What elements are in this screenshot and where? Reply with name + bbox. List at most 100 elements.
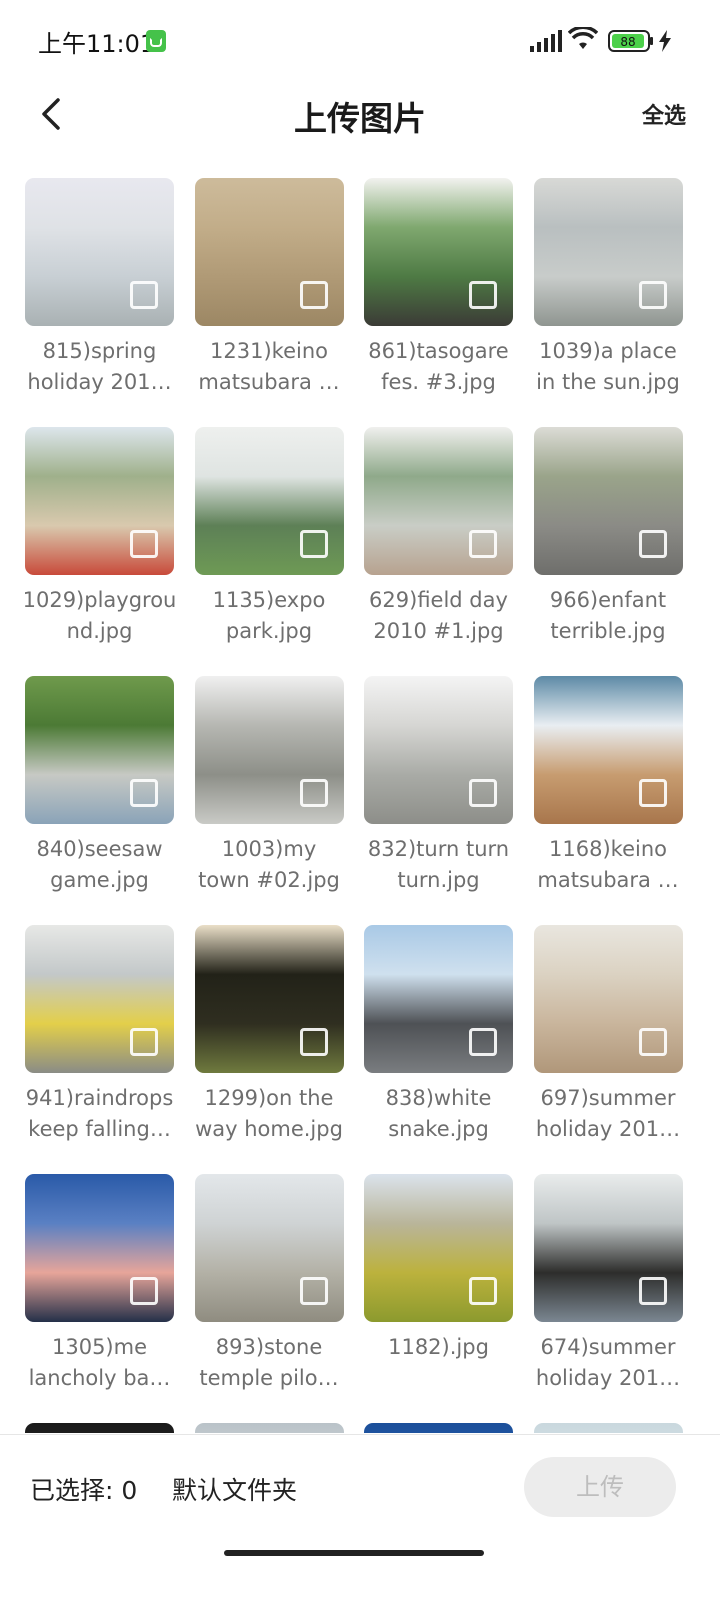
- photo-filename: 832)turn turn turn.jpg: [354, 834, 523, 896]
- photo-filename-line1: 893)stone: [215, 1335, 323, 1359]
- photo-thumbnail[interactable]: [194, 676, 344, 824]
- photo-thumbnail[interactable]: [533, 427, 683, 575]
- photo-thumbnail[interactable]: [194, 1423, 344, 1433]
- photo-filename: 1305)me lancholy ba…: [25, 1332, 184, 1394]
- photo-item[interactable]: 629)field day 2010 #1.jpg: [364, 427, 513, 676]
- photo-filename-line1: 832)turn turn: [367, 837, 510, 861]
- select-checkbox[interactable]: [299, 530, 328, 558]
- photo-filename-line2: holiday 201…: [27, 370, 172, 394]
- select-checkbox[interactable]: [469, 1277, 497, 1305]
- photo-thumbnail[interactable]: [25, 427, 174, 575]
- photo-thumbnail[interactable]: [25, 1174, 174, 1322]
- photo-filename: 1182).jpg: [354, 1332, 523, 1363]
- photo-filename: 1029)playgrou nd.jpg: [25, 585, 184, 647]
- photo-thumbnail[interactable]: [364, 676, 513, 824]
- photo-thumbnail[interactable]: [533, 1174, 683, 1322]
- select-checkbox[interactable]: [130, 1028, 158, 1056]
- select-checkbox[interactable]: [469, 779, 497, 807]
- select-checkbox[interactable]: [130, 779, 158, 807]
- photo-filename-line1: 697)summer: [540, 1086, 676, 1110]
- photo-thumbnail[interactable]: [533, 676, 683, 824]
- photo-thumbnail[interactable]: [533, 925, 683, 1073]
- folder-selector[interactable]: 默认文件夹: [172, 1471, 297, 1507]
- photo-item[interactable]: 840)seesaw game.jpg: [25, 676, 174, 925]
- photo-item[interactable]: 832)turn turn turn.jpg: [364, 676, 513, 925]
- photo-filename-line1: 674)summer: [540, 1335, 676, 1359]
- photo-thumbnail[interactable]: [194, 427, 344, 575]
- select-checkbox[interactable]: [299, 281, 328, 309]
- photo-thumbnail[interactable]: [364, 1174, 513, 1322]
- photo-item[interactable]: [533, 1423, 683, 1433]
- photo-item[interactable]: 1135)expo park.jpg: [194, 427, 344, 676]
- select-checkbox[interactable]: [130, 1277, 158, 1305]
- status-bar: 上午11:01 88: [0, 0, 720, 80]
- photo-filename-line2: snake.jpg: [388, 1117, 489, 1141]
- photo-thumbnail[interactable]: [364, 427, 513, 575]
- upload-button[interactable]: 上传: [524, 1457, 676, 1517]
- photo-thumbnail[interactable]: [25, 178, 174, 326]
- photo-thumbnail[interactable]: [364, 925, 513, 1073]
- select-checkbox[interactable]: [130, 281, 158, 309]
- photo-item[interactable]: [364, 1423, 513, 1433]
- photo-item[interactable]: 1299)on the way home.jpg: [194, 925, 344, 1174]
- photo-item[interactable]: 1182).jpg: [364, 1174, 513, 1423]
- select-checkbox[interactable]: [469, 281, 497, 309]
- photo-thumbnail[interactable]: [533, 1423, 683, 1433]
- photo-filename-line2: matsubara …: [198, 370, 340, 394]
- app-notification-icon: [146, 30, 166, 52]
- photo-thumbnail[interactable]: [194, 1174, 344, 1322]
- photo-thumbnail[interactable]: [25, 1423, 174, 1433]
- photo-filename-line1: 941)raindrops: [25, 1086, 174, 1110]
- photo-item[interactable]: 815)spring holiday 201…: [25, 178, 174, 427]
- photo-grid: 815)spring holiday 201… 1231)keino matsubar…: [25, 178, 697, 1433]
- select-checkbox[interactable]: [299, 1028, 328, 1056]
- photo-filename: 893)stone temple pilo…: [185, 1332, 354, 1394]
- photo-item[interactable]: 1168)keino matsubara …: [533, 676, 683, 925]
- photo-filename-line1: 1168)keino: [549, 837, 667, 861]
- select-checkbox[interactable]: [299, 779, 328, 807]
- photo-item[interactable]: 674)summer holiday 201…: [533, 1174, 683, 1423]
- select-checkbox[interactable]: [299, 1277, 328, 1305]
- photo-item[interactable]: 893)stone temple pilo…: [194, 1174, 344, 1423]
- photo-item[interactable]: 966)enfant terrible.jpg: [533, 427, 683, 676]
- photo-item[interactable]: 697)summer holiday 201…: [533, 925, 683, 1174]
- select-checkbox[interactable]: [469, 530, 497, 558]
- photo-filename: 674)summer holiday 201…: [524, 1332, 693, 1394]
- photo-item[interactable]: 941)raindrops keep falling…: [25, 925, 174, 1174]
- photo-filename-line1: 1003)my: [221, 837, 317, 861]
- photo-filename-line2: turn.jpg: [397, 868, 480, 892]
- photo-item[interactable]: 838)white snake.jpg: [364, 925, 513, 1174]
- select-checkbox[interactable]: [638, 779, 667, 807]
- photo-thumbnail[interactable]: [533, 178, 683, 326]
- photo-item[interactable]: [194, 1423, 344, 1433]
- photo-filename: 629)field day 2010 #1.jpg: [354, 585, 523, 647]
- select-all-button[interactable]: 全选: [642, 98, 686, 130]
- photo-filename: 840)seesaw game.jpg: [25, 834, 184, 896]
- photo-item[interactable]: 1039)a place in the sun.jpg: [533, 178, 683, 427]
- photo-thumbnail[interactable]: [194, 178, 344, 326]
- photo-thumbnail[interactable]: [364, 178, 513, 326]
- select-checkbox[interactable]: [130, 530, 158, 558]
- photo-item[interactable]: [25, 1423, 174, 1433]
- photo-item[interactable]: 1029)playgrou nd.jpg: [25, 427, 176, 676]
- page-title: 上传图片: [294, 99, 426, 138]
- photo-filename-line2: park.jpg: [225, 619, 313, 643]
- photo-item[interactable]: 1231)keino matsubara …: [194, 178, 344, 427]
- photo-filename-line1: 1039)a place: [539, 339, 677, 363]
- select-checkbox[interactable]: [638, 1028, 667, 1056]
- photo-thumbnail[interactable]: [364, 1423, 513, 1433]
- select-checkbox[interactable]: [638, 530, 667, 558]
- photo-thumbnail[interactable]: [194, 925, 344, 1073]
- photo-item[interactable]: 861)tasogare fes. #3.jpg: [364, 178, 513, 427]
- photo-filename-line2: fes. #3.jpg: [381, 370, 496, 394]
- photo-item[interactable]: 1003)my town #02.jpg: [194, 676, 344, 925]
- select-checkbox[interactable]: [638, 1277, 667, 1305]
- photo-item[interactable]: 1305)me lancholy ba…: [25, 1174, 174, 1423]
- photo-thumbnail[interactable]: [25, 925, 174, 1073]
- select-checkbox[interactable]: [469, 1028, 497, 1056]
- photo-thumbnail[interactable]: [25, 676, 174, 824]
- photo-filename-line2: keep falling…: [28, 1117, 171, 1141]
- select-checkbox[interactable]: [638, 281, 667, 309]
- photo-filename: 941)raindrops keep falling…: [25, 1083, 184, 1145]
- photo-filename-line1: 629)field day: [369, 588, 508, 612]
